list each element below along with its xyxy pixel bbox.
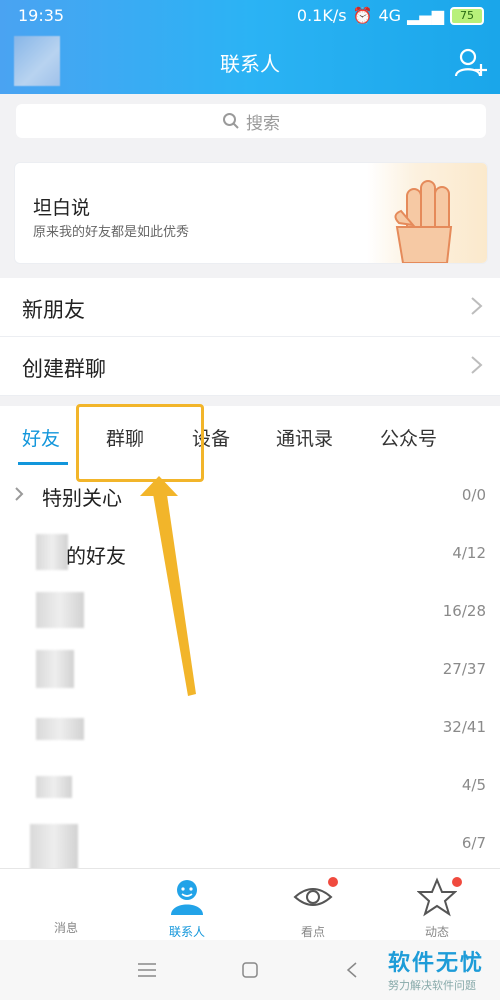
group-name: 的好友	[66, 544, 126, 568]
signal-icon: ▂▄▆	[407, 6, 444, 25]
group-count: 27/37	[442, 660, 486, 678]
list-item[interactable]: 特别关心 0/0	[0, 466, 500, 524]
row-label: 创建群聊	[22, 357, 106, 381]
active-tab-indicator	[18, 462, 68, 465]
tab-dongtai[interactable]: 动态	[392, 877, 482, 940]
list-item[interactable]: 4/5	[0, 756, 500, 814]
eye-icon	[293, 888, 333, 906]
notification-dot	[452, 877, 462, 887]
chevron-right-icon	[471, 297, 483, 315]
blurred-group-name	[36, 718, 84, 740]
search-area: 搜索	[0, 94, 500, 148]
create-group-row[interactable]: 创建群聊	[0, 337, 500, 396]
battery-indicator: 75	[450, 6, 484, 25]
tab-label: 看点	[300, 925, 325, 939]
watermark: 软件无忧 努力解决软件问题	[388, 945, 484, 993]
add-friend-icon[interactable]	[454, 48, 488, 78]
group-count: 32/41	[442, 718, 486, 736]
group-count: 0/0	[461, 486, 486, 504]
list-item[interactable]: 6/7	[0, 814, 500, 880]
network-type: 4G	[378, 6, 402, 25]
tab-messages[interactable]: 消息	[20, 877, 110, 936]
chevron-right-icon	[15, 487, 24, 501]
tab-kandian[interactable]: 看点	[268, 877, 358, 940]
banner-title: 坦白说	[33, 197, 91, 219]
list-item[interactable]: 32/41	[0, 698, 500, 756]
friend-group-list: 特别关心 0/0 的好友 4/12 16/28 27/37 32/41 4/5 …	[0, 466, 500, 880]
group-name: 特别关心	[42, 486, 122, 510]
tab-friends[interactable]: 好友	[22, 424, 60, 451]
search-icon	[223, 113, 239, 129]
back-icon[interactable]	[346, 962, 358, 978]
blurred-group-name	[36, 650, 74, 688]
bottom-tab-bar: 消息 联系人 看点 动态	[0, 868, 500, 941]
search-input[interactable]: 搜索	[16, 104, 486, 138]
blurred-group-name	[36, 776, 72, 798]
new-friends-row[interactable]: 新朋友	[0, 278, 500, 337]
watermark-title: 软件无忧	[387, 951, 484, 976]
banner-illustration	[367, 163, 487, 263]
alarm-icon: ⏰	[352, 6, 373, 25]
tab-address-book[interactable]: 通讯录	[276, 424, 333, 451]
action-list: 新朋友 创建群聊	[0, 278, 500, 396]
tab-official-accounts[interactable]: 公众号	[380, 424, 437, 451]
messages-icon	[20, 877, 110, 917]
watermark-subtitle: 努力解决软件问题	[387, 979, 476, 992]
network-speed: 0.1K/s	[296, 6, 347, 25]
tab-label: 联系人	[168, 925, 205, 939]
tab-contacts[interactable]: 联系人	[142, 877, 232, 940]
status-time: 19:35	[18, 6, 65, 25]
chevron-right-icon	[471, 356, 483, 374]
notification-dot	[328, 877, 338, 887]
list-item[interactable]: 16/28	[0, 582, 500, 640]
home-icon[interactable]	[242, 962, 258, 978]
row-label: 新朋友	[22, 298, 85, 322]
group-count: 4/12	[452, 544, 486, 562]
blurred-group-name	[36, 592, 84, 628]
search-placeholder: 搜索	[246, 113, 280, 134]
page-title: 联系人	[220, 52, 280, 76]
contacts-icon	[171, 880, 203, 915]
tanbaishuo-banner[interactable]: 坦白说 原来我的好友都是如此优秀	[14, 162, 488, 264]
group-count: 6/7	[461, 834, 486, 852]
list-item[interactable]: 的好友 4/12	[0, 524, 500, 582]
group-count: 16/28	[442, 602, 486, 620]
tab-label: 动态	[424, 925, 449, 939]
list-item[interactable]: 27/37	[0, 640, 500, 698]
contact-tabs: 好友 群聊 设备 通讯录 公众号	[0, 406, 500, 467]
tab-label: 消息	[54, 921, 79, 935]
highlight-box	[76, 404, 204, 482]
status-bar: 19:35 0.1K/s ⏰ 4G ▂▄▆ 75	[0, 0, 500, 32]
star-icon	[416, 877, 458, 917]
header-bar: 19:35 0.1K/s ⏰ 4G ▂▄▆ 75 联系人	[0, 0, 500, 94]
banner-subtitle: 原来我的好友都是如此优秀	[33, 225, 190, 240]
group-count: 4/5	[461, 776, 486, 794]
menu-icon[interactable]	[138, 962, 156, 978]
status-right: 0.1K/s ⏰ 4G ▂▄▆ 75	[297, 6, 484, 25]
blurred-group-name	[36, 534, 68, 570]
hand-icon	[394, 180, 453, 263]
